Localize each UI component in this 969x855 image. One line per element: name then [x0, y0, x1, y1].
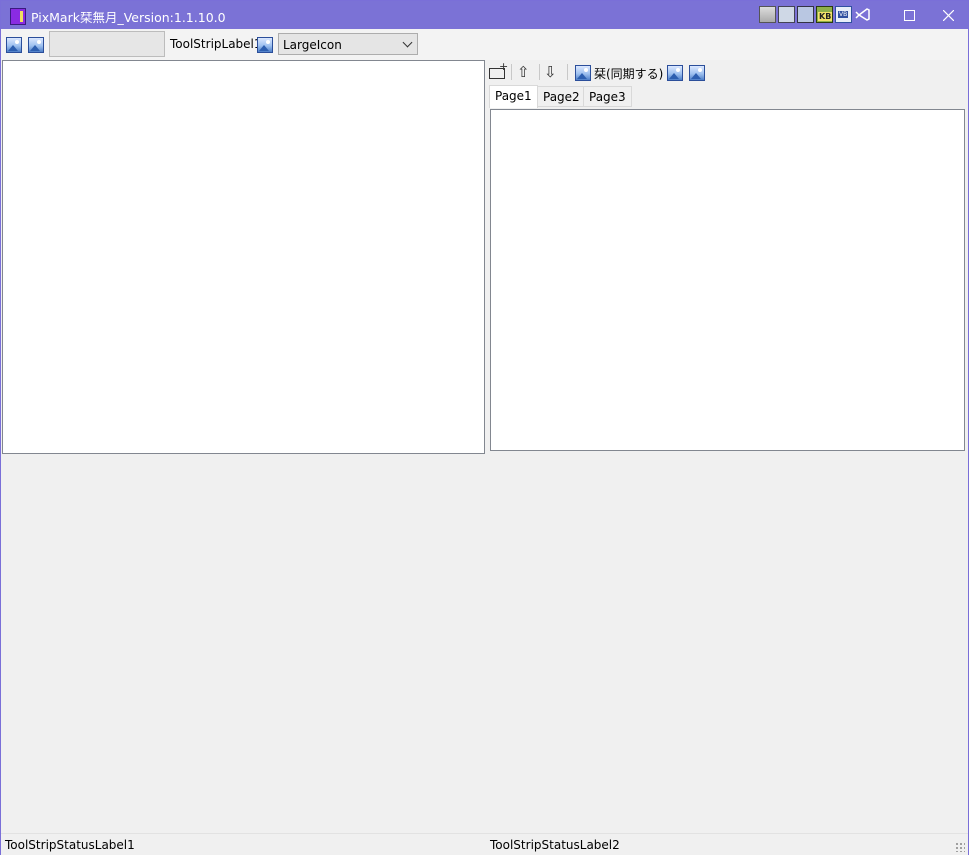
tab-page2[interactable]: Page2 — [537, 86, 586, 107]
visual-studio-icon[interactable] — [854, 6, 871, 23]
chevron-down-icon — [402, 37, 413, 48]
image-button-6[interactable] — [689, 65, 705, 81]
view-mode-combo[interactable]: LargeIcon — [278, 33, 418, 55]
bookmark-sync-button[interactable]: 栞(同期する) — [594, 65, 663, 82]
resize-grip-icon[interactable] — [955, 842, 965, 852]
title-bar[interactable]: PixMark栞無月_Version:1.1.10.0 — [1, 1, 968, 29]
separator — [567, 64, 568, 80]
mail-icon[interactable] — [797, 6, 814, 23]
image-button-5[interactable] — [667, 65, 683, 81]
status-bar: ToolStripStatusLabel1 ToolStripStatusLab… — [1, 833, 968, 855]
status-label-right: ToolStripStatusLabel2 — [490, 838, 620, 852]
arrow-down-icon[interactable]: ⇩ — [544, 63, 557, 81]
toolstrip-label: ToolStripLabel1 — [170, 37, 262, 51]
tab-page1[interactable]: Page1 — [489, 85, 538, 108]
image-button-3[interactable] — [257, 37, 273, 53]
arrow-up-icon[interactable]: ⇧ — [517, 63, 530, 81]
new-folder-icon[interactable]: + — [489, 60, 508, 79]
bookmark-toolbar: + ⇧ ⇩ 栞(同期する) — [487, 60, 968, 85]
title-tray — [759, 6, 871, 24]
image-button-1[interactable] — [6, 37, 22, 53]
window-title: PixMark栞無月_Version:1.1.10.0 — [31, 10, 226, 25]
toolstrip-textbox[interactable] — [49, 31, 165, 57]
film-clapper-icon[interactable] — [759, 6, 776, 23]
separator — [511, 64, 512, 80]
main-toolbar: ToolStripLabel1 LargeIcon — [1, 29, 968, 60]
image-button-4[interactable] — [575, 65, 591, 81]
close-icon — [942, 9, 954, 21]
file-list-view[interactable] — [2, 60, 485, 454]
view-mode-value: LargeIcon — [283, 38, 342, 52]
close-button[interactable] — [925, 1, 969, 29]
tab-panel[interactable] — [490, 109, 965, 451]
excel-icon[interactable] — [778, 6, 795, 23]
maximize-icon — [903, 9, 915, 21]
vb-icon[interactable] — [835, 6, 852, 23]
image-button-2[interactable] — [28, 37, 44, 53]
app-icon[interactable] — [10, 8, 26, 25]
status-label-left: ToolStripStatusLabel1 — [5, 838, 135, 852]
main-window: PixMark栞無月_Version:1.1.10.0 ToolStripLab… — [0, 0, 969, 855]
tab-page3[interactable]: Page3 — [583, 86, 632, 107]
separator — [539, 64, 540, 80]
kb-icon[interactable] — [816, 6, 833, 23]
